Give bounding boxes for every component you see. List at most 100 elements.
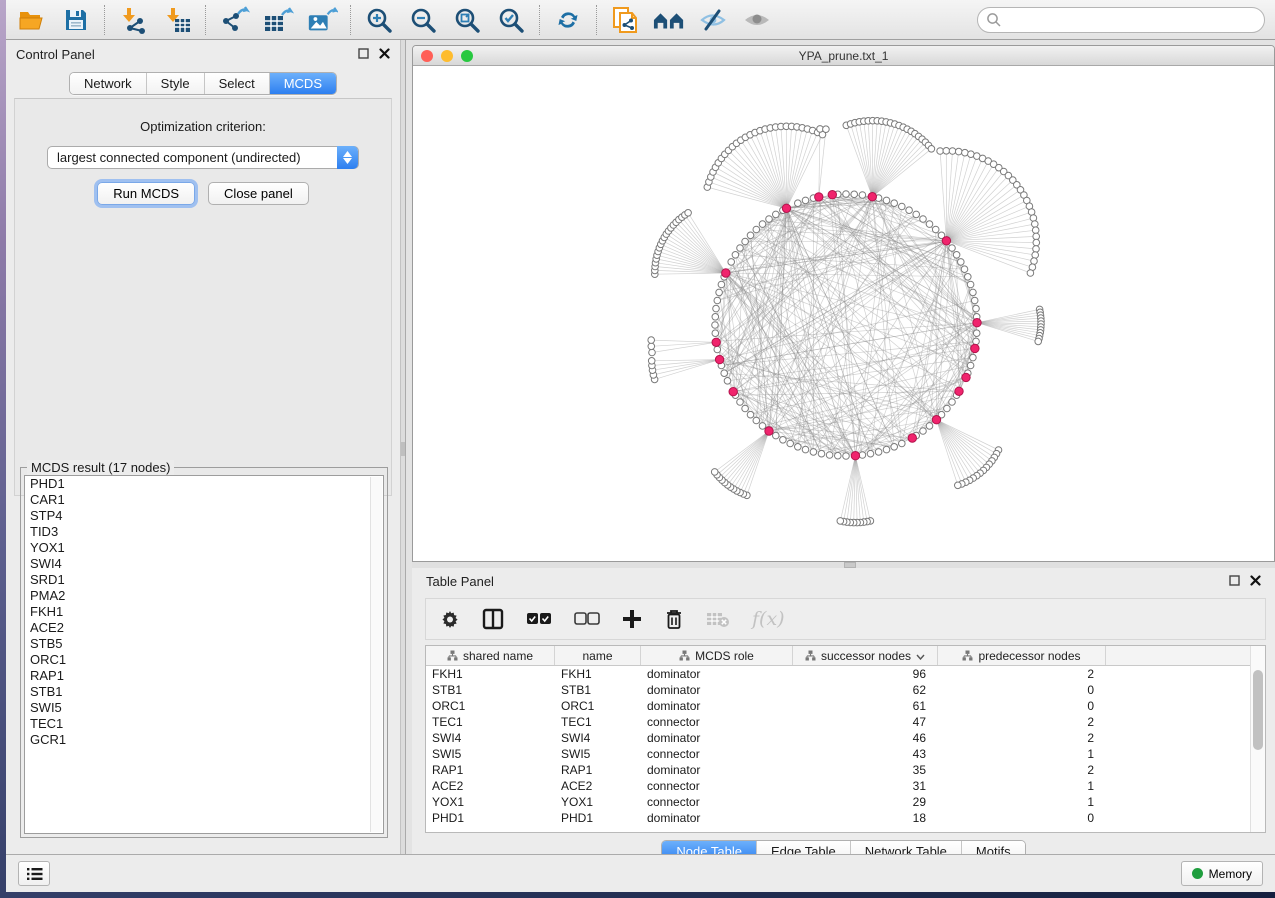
table-cell[interactable]: 43 (793, 746, 938, 762)
network-node[interactable] (932, 226, 939, 233)
table-cell[interactable]: SWI4 (555, 730, 641, 746)
network-node[interactable] (944, 405, 951, 412)
table-cell[interactable]: 2 (938, 730, 1106, 746)
split-pane-icon[interactable] (482, 608, 504, 630)
network-node[interactable] (823, 126, 830, 133)
network-node[interactable] (1033, 233, 1040, 240)
network-node[interactable] (712, 314, 719, 321)
network-node[interactable] (926, 221, 933, 228)
table-cell[interactable]: connector (641, 714, 793, 730)
table-cell[interactable]: PHD1 (555, 810, 641, 826)
import-network-icon[interactable] (117, 5, 149, 35)
mcds-result-item[interactable]: RAP1 (25, 668, 383, 684)
network-node[interactable] (732, 252, 739, 259)
table-cell[interactable]: RAP1 (555, 762, 641, 778)
network-node[interactable] (875, 449, 882, 456)
mcds-hub-node[interactable] (962, 373, 970, 381)
table-cell[interactable]: dominator (641, 762, 793, 778)
open-session-icon[interactable] (16, 5, 48, 35)
table-cell[interactable]: 35 (793, 762, 938, 778)
mcds-hub-node[interactable] (942, 237, 950, 245)
network-node[interactable] (747, 232, 754, 239)
node-table[interactable]: shared namenameMCDS rolesuccessor nodesp… (425, 645, 1266, 833)
network-node[interactable] (920, 428, 927, 435)
network-node[interactable] (926, 423, 933, 430)
network-node[interactable] (713, 305, 720, 312)
table-settings-gear-icon[interactable] (440, 609, 460, 629)
mcds-hub-node[interactable] (828, 191, 836, 199)
table-row[interactable]: YOX1YOX1connector291 (426, 794, 1265, 810)
mcds-result-item[interactable]: ORC1 (25, 652, 383, 668)
network-node[interactable] (920, 216, 927, 223)
duplicate-network-icon[interactable] (609, 5, 641, 35)
table-cell[interactable]: YOX1 (555, 794, 641, 810)
network-node[interactable] (835, 452, 842, 459)
mcds-result-item[interactable]: PHD1 (25, 476, 383, 492)
refresh-view-icon[interactable] (552, 5, 584, 35)
network-node[interactable] (773, 432, 780, 439)
zoom-selected-icon[interactable] (495, 5, 527, 35)
mcds-result-item[interactable]: STP4 (25, 508, 383, 524)
network-node[interactable] (967, 362, 974, 369)
first-neighbors-icon[interactable] (653, 5, 685, 35)
network-node[interactable] (970, 354, 977, 361)
network-node[interactable] (899, 203, 906, 210)
network-node[interactable] (795, 444, 802, 451)
network-node[interactable] (973, 305, 980, 312)
column-header-MCDS-role[interactable]: MCDS role (641, 646, 793, 665)
optimization-criterion-dropdown[interactable]: largest connected component (undirected) (47, 146, 359, 169)
network-node[interactable] (712, 322, 719, 329)
mcds-hub-node[interactable] (955, 387, 963, 395)
network-node[interactable] (759, 423, 766, 430)
splitter-grip[interactable] (401, 442, 405, 456)
table-row[interactable]: PHD1PHD1dominator180 (426, 810, 1265, 826)
mcds-hub-node[interactable] (782, 204, 790, 212)
mcds-hub-node[interactable] (851, 452, 859, 460)
mcds-hub-node[interactable] (868, 193, 876, 201)
table-cell[interactable]: 96 (793, 666, 938, 682)
mcds-result-item[interactable]: ACE2 (25, 620, 383, 636)
mcds-hub-node[interactable] (971, 344, 979, 352)
table-row[interactable]: SWI5SWI5connector431 (426, 746, 1265, 762)
table-cell[interactable]: 1 (938, 794, 1106, 810)
zoom-in-icon[interactable] (363, 5, 395, 35)
network-node[interactable] (1033, 246, 1040, 253)
table-row[interactable]: RAP1RAP1dominator352 (426, 762, 1265, 778)
table-cell[interactable]: 2 (938, 666, 1106, 682)
network-node[interactable] (802, 197, 809, 204)
table-cell[interactable]: RAP1 (426, 762, 555, 778)
network-node[interactable] (949, 245, 956, 252)
close-panel-button[interactable]: Close panel (208, 182, 309, 205)
table-cell[interactable]: 62 (793, 682, 938, 698)
table-cell[interactable]: STB1 (426, 682, 555, 698)
search-input[interactable] (977, 7, 1265, 33)
network-node[interactable] (1027, 270, 1034, 277)
network-node[interactable] (943, 148, 950, 155)
network-node[interactable] (859, 452, 866, 459)
table-cell[interactable]: 46 (793, 730, 938, 746)
network-node[interactable] (787, 440, 794, 447)
table-cell[interactable]: ACE2 (426, 778, 555, 794)
network-node[interactable] (721, 370, 728, 377)
mcds-hub-node[interactable] (729, 388, 737, 396)
table-cell[interactable]: STB1 (555, 682, 641, 698)
table-cell[interactable]: 31 (793, 778, 938, 794)
network-node[interactable] (773, 211, 780, 218)
export-network-icon[interactable] (218, 5, 250, 35)
float-panel-icon[interactable] (358, 47, 369, 62)
save-session-icon[interactable] (60, 5, 92, 35)
mcds-hub-node[interactable] (932, 416, 940, 424)
mcds-list-scrollbar[interactable] (370, 477, 382, 832)
network-node[interactable] (891, 200, 898, 207)
close-panel-icon[interactable] (379, 47, 390, 62)
network-node[interactable] (753, 226, 760, 233)
network-node[interactable] (810, 449, 817, 456)
table-row[interactable]: SWI4SWI4dominator462 (426, 730, 1265, 746)
network-node[interactable] (971, 297, 978, 304)
network-node[interactable] (826, 452, 833, 459)
mcds-result-item[interactable]: YOX1 (25, 540, 383, 556)
table-cell[interactable]: FKH1 (555, 666, 641, 682)
mcds-result-item[interactable]: PMA2 (25, 588, 383, 604)
tab-mcds[interactable]: MCDS (270, 73, 336, 94)
table-cell[interactable]: connector (641, 746, 793, 762)
